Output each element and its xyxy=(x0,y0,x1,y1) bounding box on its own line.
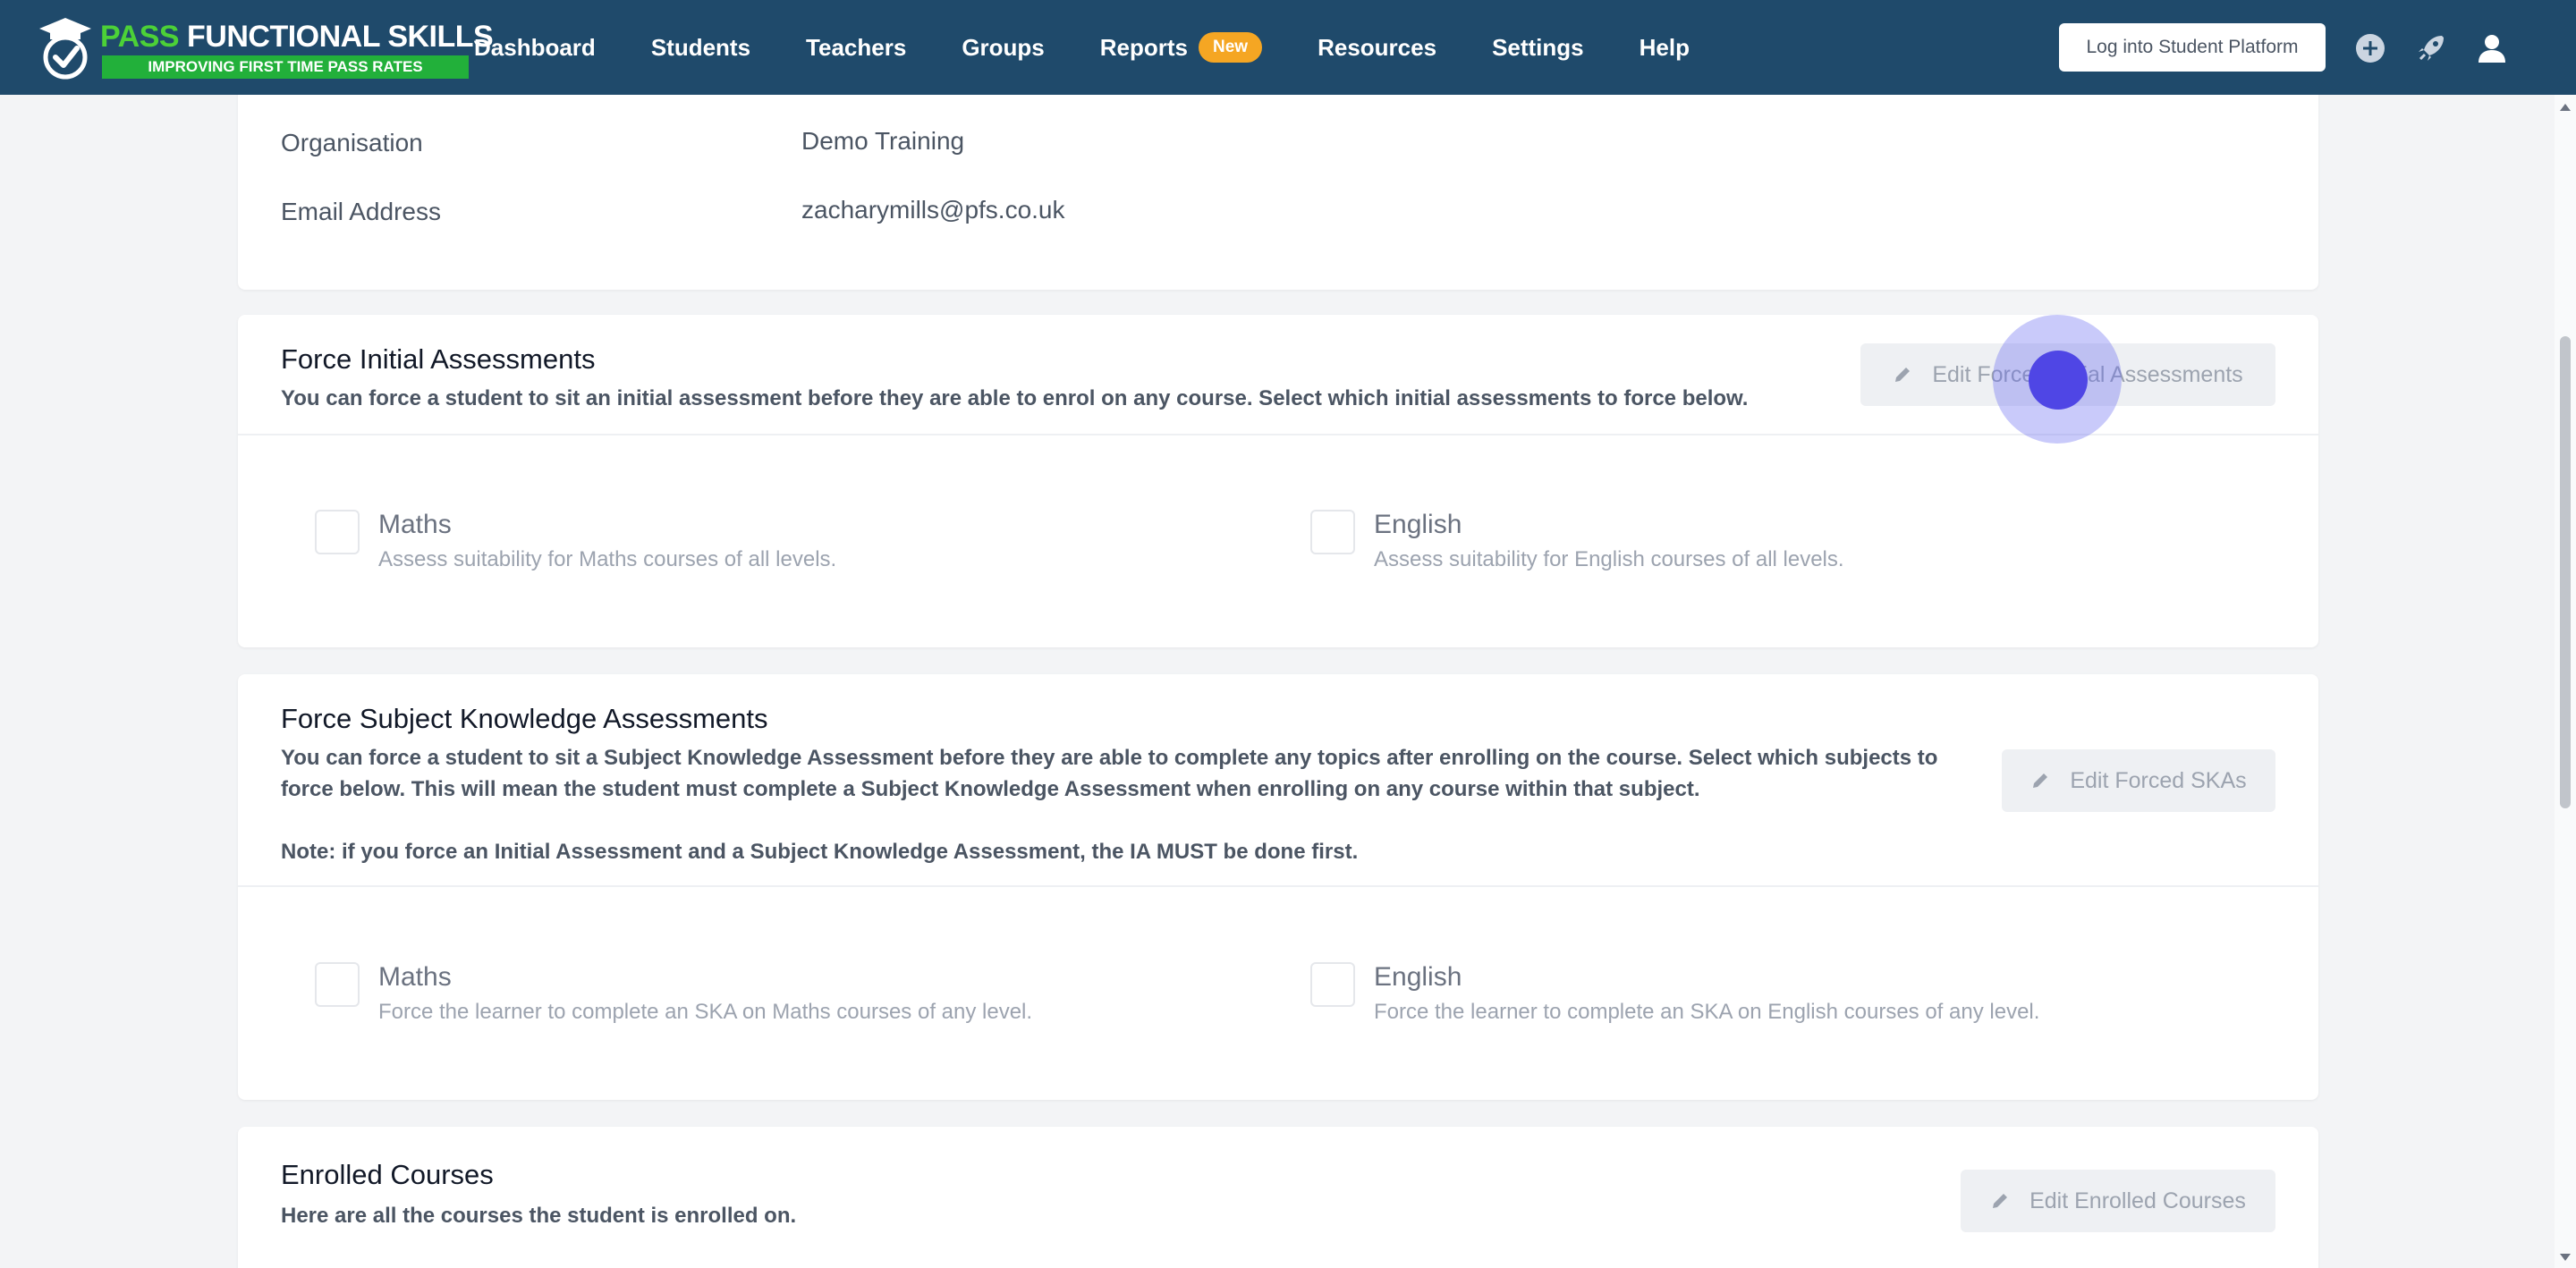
force-ska-card: Force Subject Knowledge Assessments You … xyxy=(238,674,2318,1100)
brand-title: PASS FUNCTIONAL SKILLS xyxy=(100,20,494,54)
section-title: Force Subject Knowledge Assessments xyxy=(281,703,768,734)
option-description: Assess suitability for Maths courses of … xyxy=(378,547,837,571)
divider xyxy=(238,434,2318,435)
maths-initial-checkbox[interactable] xyxy=(315,510,360,554)
english-ska-checkbox[interactable] xyxy=(1310,962,1355,1007)
top-navbar: PASS FUNCTIONAL SKILLS IMPROVING FIRST T… xyxy=(0,0,2576,95)
user-icon[interactable] xyxy=(2474,30,2510,66)
brand-logo[interactable]: PASS FUNCTIONAL SKILLS IMPROVING FIRST T… xyxy=(38,13,494,82)
divider xyxy=(238,885,2318,887)
nav-settings[interactable]: Settings xyxy=(1492,34,1584,62)
edit-enrolled-courses-button[interactable]: Edit Enrolled Courses xyxy=(1961,1170,2275,1232)
nav-groups[interactable]: Groups xyxy=(962,34,1044,62)
maths-ska-checkbox[interactable] xyxy=(315,962,360,1007)
option-title: English xyxy=(1374,962,1462,992)
main-nav: Dashboard Students Teachers Groups Repor… xyxy=(474,0,1745,95)
nav-resources[interactable]: Resources xyxy=(1318,34,1436,62)
organisation-value: Demo Training xyxy=(801,127,965,155)
section-description-line2: force below. This will mean the student … xyxy=(281,777,1700,801)
email-label: Email Address xyxy=(281,198,441,225)
enrolled-courses-card: Enrolled Courses Here are all the course… xyxy=(238,1127,2318,1268)
section-description: Here are all the courses the student is … xyxy=(281,1204,797,1228)
login-student-platform-button[interactable]: Log into Student Platform xyxy=(2059,23,2326,72)
new-badge: New xyxy=(1199,32,1263,63)
option-description: Force the learner to complete an SKA on … xyxy=(1374,1000,2040,1024)
pencil-icon xyxy=(1993,1194,2008,1208)
section-title: Force Initial Assessments xyxy=(281,343,596,375)
nav-help[interactable]: Help xyxy=(1640,34,1690,62)
scrollbar-thumb[interactable] xyxy=(2560,336,2571,808)
rocket-icon[interactable] xyxy=(2413,30,2449,66)
click-indicator-dot xyxy=(2029,351,2088,410)
nav-reports[interactable]: Reports New xyxy=(1100,32,1263,63)
nav-teachers[interactable]: Teachers xyxy=(806,34,906,62)
option-description: Force the learner to complete an SKA on … xyxy=(378,1000,1033,1024)
section-note: Note: if you force an Initial Assessment… xyxy=(281,840,1359,864)
graduation-check-icon xyxy=(39,18,91,80)
section-description: You can force a student to sit an initia… xyxy=(281,386,1749,410)
english-initial-checkbox[interactable] xyxy=(1310,510,1355,554)
brand-tagline: IMPROVING FIRST TIME PASS RATES xyxy=(102,55,469,79)
option-description: Assess suitability for English courses o… xyxy=(1374,547,1844,571)
nav-dashboard[interactable]: Dashboard xyxy=(474,34,596,62)
option-title: Maths xyxy=(378,962,452,992)
scroll-down-arrow-icon[interactable] xyxy=(2558,1250,2572,1264)
plus-circle-icon[interactable] xyxy=(2352,30,2388,66)
pencil-icon xyxy=(1895,368,1911,382)
section-description-line1: You can force a student to sit a Subject… xyxy=(281,746,1938,770)
section-title: Enrolled Courses xyxy=(281,1159,494,1190)
pencil-icon xyxy=(2033,773,2048,788)
scroll-up-arrow-icon[interactable] xyxy=(2558,100,2572,114)
organisation-label: Organisation xyxy=(281,129,423,156)
edit-forced-skas-button[interactable]: Edit Forced SKAs xyxy=(2002,749,2275,812)
nav-students[interactable]: Students xyxy=(651,34,750,62)
email-value: zacharymills@pfs.co.uk xyxy=(801,196,1065,224)
option-title: English xyxy=(1374,510,1462,539)
option-title: Maths xyxy=(378,510,452,539)
